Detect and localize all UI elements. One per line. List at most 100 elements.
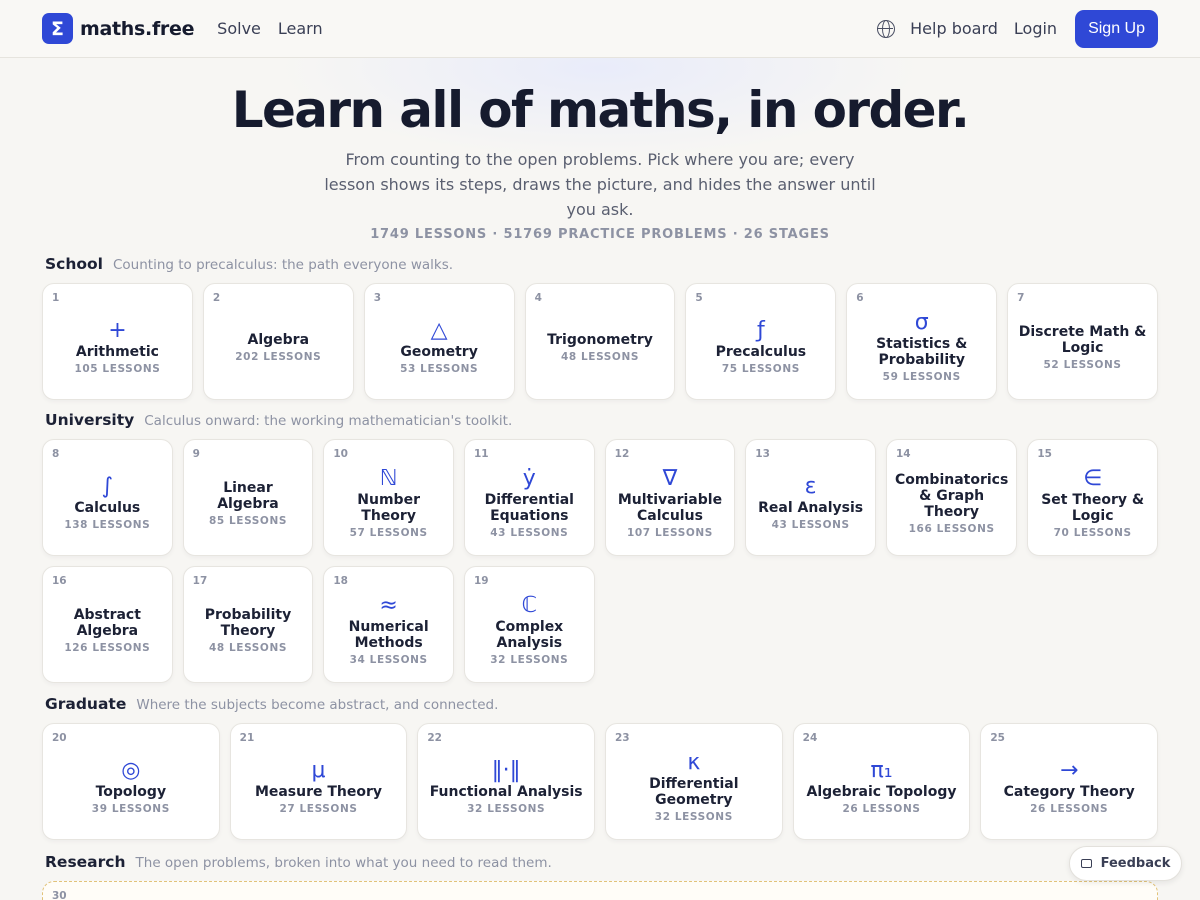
stage-lesson-count: 105 LESSONS (74, 362, 161, 375)
stage-title: Differential Geometry (649, 775, 739, 808)
stage-card[interactable]: 6 σ Statistics & Probability 59 LESSONS (846, 283, 998, 400)
feedback-button[interactable]: Feedback (1069, 846, 1182, 881)
stage-card[interactable]: 4 Trigonometry 48 LESSONS (524, 283, 676, 400)
stage-number: 22 (427, 732, 442, 744)
stage-title: Abstract Algebra (73, 606, 141, 639)
stage-symbol-icon: + (108, 317, 127, 343)
stage-number: 25 (990, 732, 1005, 744)
stage-card[interactable]: 22 ‖·‖ Functional Analysis 32 LESSONS (417, 723, 595, 840)
stage-grid-university: 8 ∫ Calculus 138 LESSONS 9 Linear Algebra 85 L… (0, 439, 1200, 683)
stage-grid-school: 1 + Arithmetic 105 LESSONS 2 Algebra 202 LESSO… (0, 283, 1200, 400)
section-header-research: Research The open problems, broken into w… (0, 853, 1200, 877)
section-title: Research (45, 853, 126, 871)
stage-symbol-icon: ∫ (101, 473, 114, 499)
stage-lesson-count: 26 LESSONS (1030, 802, 1109, 815)
chat-icon (1080, 859, 1092, 868)
sign-up-button[interactable]: Sign Up (1075, 9, 1158, 48)
stage-card[interactable]: 5 ƒ Precalculus 75 LESSONS (685, 283, 837, 400)
stage-number: 3 (373, 292, 382, 304)
section-description: Where the subjects become abstract, and … (136, 697, 499, 713)
stage-symbol-icon: △ (430, 317, 448, 343)
stage-lesson-count: 59 LESSONS (882, 370, 961, 383)
stage-title: Multivariable Calculus (617, 491, 723, 524)
help-board-link[interactable]: Help board (910, 19, 998, 38)
globe-icon[interactable] (877, 19, 896, 38)
stage-card[interactable]: 18 ≈ Numerical Methods 34 LESSONS (323, 566, 454, 683)
stage-lesson-count: 166 LESSONS (908, 522, 995, 535)
stage-card[interactable]: 25 → Category Theory 26 LESSONS (980, 723, 1158, 840)
stage-number: 2 (212, 292, 221, 304)
stage-lesson-count: 26 LESSONS (842, 802, 921, 815)
sigma-logo-icon[interactable]: Σ (42, 13, 73, 44)
hero-subtitle: From counting to the open problems. Pick… (324, 150, 876, 219)
stage-number: 23 (615, 732, 630, 744)
stage-lesson-count: 138 LESSONS (64, 518, 151, 531)
stage-lesson-count: 57 LESSONS (349, 526, 428, 539)
stage-title: Topology (95, 783, 167, 800)
stage-grid-graduate: 20 ◎ Topology 39 LESSONS 21 μ Measure Theory 27… (0, 723, 1200, 840)
stage-symbol-icon: κ (687, 749, 701, 775)
stage-lesson-count: 107 LESSONS (626, 526, 713, 539)
stage-number: 16 (52, 575, 67, 587)
stage-lesson-count: 32 LESSONS (654, 810, 733, 823)
stage-card[interactable]: 14 Combinatorics & Graph Theory 166 LESSON… (885, 439, 1018, 556)
section-header-graduate: Graduate Where the subjects become abstra… (0, 695, 1200, 719)
stage-card[interactable]: 24 π₁ Algebraic Topology 26 LESSONS (792, 723, 971, 840)
stage-card[interactable]: 10 ℕ Number Theory 57 LESSONS (323, 439, 454, 556)
stage-lesson-count: 39 LESSONS (91, 802, 170, 815)
stage-title: Numerical Methods (348, 618, 429, 651)
stage-lesson-count: 126 LESSONS (64, 641, 151, 654)
stage-card[interactable]: 11 ẏ Differential Equations 43 LESSONS (463, 439, 595, 556)
stage-symbol-icon: σ (914, 309, 929, 335)
stage-card[interactable]: 16 Abstract Algebra 126 LESSONS (42, 566, 173, 683)
stage-lesson-count: 43 LESSONS (771, 518, 850, 531)
site-logo-text[interactable]: maths.free (80, 18, 194, 40)
stage-number: 19 (473, 575, 489, 587)
stage-number: 21 (239, 732, 255, 744)
stage-lesson-count: 70 LESSONS (1053, 526, 1132, 539)
stage-card[interactable]: 8 ∫ Calculus 138 LESSONS (42, 439, 173, 556)
stage-number: 17 (192, 575, 208, 587)
stage-title: Complex Analysis (495, 618, 564, 651)
stage-symbol-icon: ƒ (756, 317, 765, 343)
stage-title: Trigonometry (547, 331, 653, 348)
stage-symbol-icon: ℕ (379, 465, 398, 491)
stage-symbol-icon: μ (311, 757, 326, 783)
stage-card[interactable]: 7 Discrete Math & Logic 52 LESSONS (1007, 283, 1158, 400)
stage-lesson-count: 53 LESSONS (400, 362, 479, 375)
stage-card[interactable]: 12 ∇ Multivariable Calculus 107 LESSONS (604, 439, 736, 556)
stage-number: 20 (52, 732, 67, 744)
stage-symbol-icon: ẏ (522, 465, 536, 491)
page-title: Learn all of maths, in order. (231, 81, 970, 139)
stage-symbol-icon: ≈ (379, 592, 398, 618)
stage-title: Statistics & Probability (876, 335, 968, 368)
section-title: Graduate (45, 695, 127, 713)
stage-card[interactable]: 1 + Arithmetic 105 LESSONS (42, 283, 193, 400)
stage-lesson-count: 85 LESSONS (208, 514, 288, 527)
stage-card[interactable]: 21 μ Measure Theory 27 LESSONS (229, 723, 408, 840)
section-description: Calculus onward: the working mathematici… (144, 413, 513, 429)
stage-number: 6 (856, 292, 864, 304)
stage-lesson-count: 27 LESSONS (279, 802, 358, 815)
stage-lesson-count: 48 LESSONS (208, 641, 288, 654)
stage-card[interactable]: 15 ∈ Set Theory & Logic 70 LESSONS (1027, 439, 1158, 556)
stage-card[interactable]: 2 Algebra 202 LESSONS (202, 283, 354, 400)
stage-card[interactable]: 20 ◎ Topology 39 LESSONS (42, 723, 220, 840)
stage-symbol-icon: ◎ (121, 757, 141, 783)
stage-card[interactable]: 3 △ Geometry 53 LESSONS (363, 283, 515, 400)
nav-solve-link[interactable]: Solve (217, 19, 261, 38)
stage-card[interactable]: 19 ℂ Complex Analysis 32 LESSONS (463, 566, 595, 683)
top-nav-bar: Σ maths.free Solve Learn Help board Logi… (0, 0, 1200, 58)
login-link[interactable]: Login (1014, 19, 1057, 38)
stage-card[interactable]: 13 ε Real Analysis 43 LESSONS (745, 439, 876, 556)
stage-card[interactable]: 17 Probability Theory 48 LESSONS (182, 566, 314, 683)
stage-lesson-count: 43 LESSONS (490, 526, 569, 539)
stage-card[interactable]: 9 Linear Algebra 85 LESSONS (182, 439, 314, 556)
nav-learn-link[interactable]: Learn (278, 19, 323, 38)
stage-card[interactable]: 23 κ Differential Geometry 32 LESSONS (605, 723, 783, 840)
curriculum-sections: School Counting to precalculus: the path … (0, 255, 1200, 900)
stage-number: 5 (695, 292, 703, 304)
section-title: University (45, 411, 135, 429)
stage-number: 24 (802, 732, 818, 744)
research-stage-card[interactable]: 30∞ (42, 881, 1158, 900)
